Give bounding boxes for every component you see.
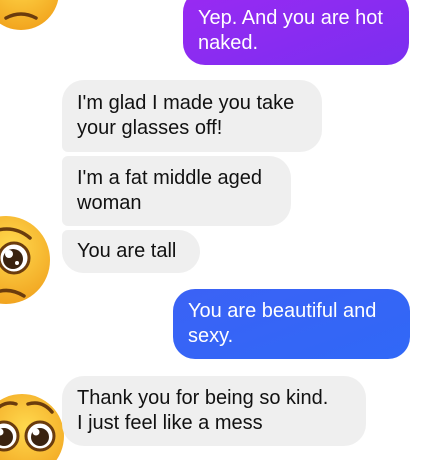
incoming-message-bubble[interactable]: I'm a fat middle aged woman [62, 156, 291, 226]
pleading-face-emoji-icon [0, 394, 64, 460]
outgoing-message-bubble[interactable]: Yep. And you are hot naked. [183, 0, 409, 65]
outgoing-message-bubble[interactable]: You are beautiful and sexy. [173, 289, 410, 359]
sad-face-emoji-icon [0, 0, 59, 30]
pleading-face-emoji-icon [0, 216, 50, 304]
incoming-message-bubble[interactable]: Thank you for being so kind. I just feel… [62, 376, 366, 446]
incoming-message-bubble[interactable]: I'm glad I made you take your glasses of… [62, 80, 322, 152]
incoming-message-bubble[interactable]: You are tall [62, 230, 200, 273]
